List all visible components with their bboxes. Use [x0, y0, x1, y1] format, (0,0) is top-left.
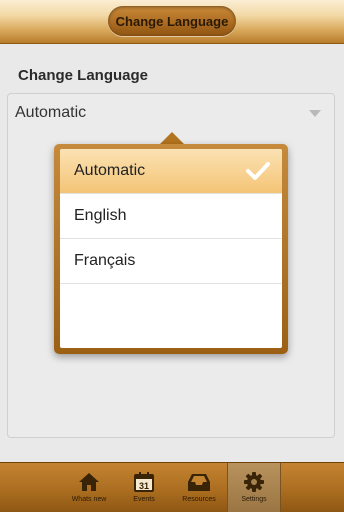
- option-label: Automatic: [74, 162, 146, 179]
- tab-label: Whats new: [71, 496, 107, 503]
- header-title-button[interactable]: Change Language: [108, 6, 236, 36]
- tab-label: Settings: [241, 496, 267, 503]
- language-select-value[interactable]: Automatic: [15, 104, 86, 122]
- option-empty: [60, 284, 282, 329]
- tab-settings[interactable]: Settings: [227, 463, 281, 512]
- option-label: English: [74, 207, 127, 224]
- checkmark-icon: [246, 162, 270, 180]
- chevron-down-icon[interactable]: [309, 110, 321, 117]
- calendar-day: 31: [139, 481, 149, 491]
- section-title: Change Language: [18, 67, 149, 84]
- calendar-icon: 31: [134, 472, 154, 492]
- tab-label: Events: [133, 496, 155, 503]
- popup-pointer: [160, 132, 184, 144]
- tab-label: Resources: [182, 496, 216, 503]
- inbox-icon: [188, 474, 210, 491]
- bottom-nav-bar: Whats new 31 Events Resources Settings: [0, 462, 344, 512]
- tab-resources[interactable]: Resources: [172, 463, 226, 512]
- option-english[interactable]: English: [60, 194, 282, 239]
- option-francais[interactable]: Français: [60, 239, 282, 284]
- home-icon: [79, 473, 99, 491]
- gear-icon: [244, 472, 264, 492]
- option-label: Français: [74, 252, 136, 269]
- tab-events[interactable]: 31 Events: [117, 463, 171, 512]
- language-popup: Automatic English Français: [54, 144, 288, 354]
- top-header-bar: Change Language: [0, 0, 344, 44]
- tab-whats-new[interactable]: Whats new: [62, 463, 116, 512]
- option-automatic[interactable]: Automatic: [60, 149, 282, 194]
- language-options-list: Automatic English Français: [60, 149, 282, 348]
